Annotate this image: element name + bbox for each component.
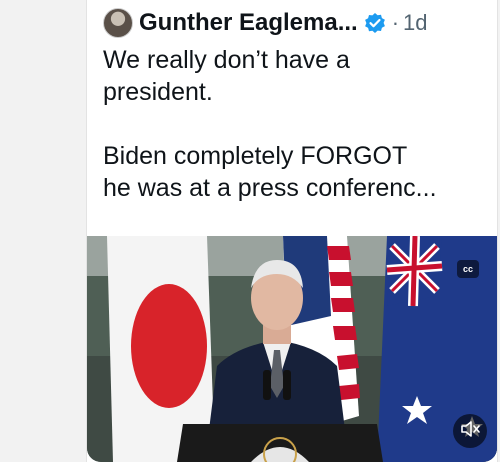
tweet-header: Gunther Eaglema... · 1d (103, 8, 428, 38)
author-avatar[interactable] (103, 8, 133, 38)
author-name[interactable]: Gunther Eaglema... (139, 9, 358, 37)
mute-button[interactable] (453, 414, 487, 448)
tweet-text-line: We really don’t have a (103, 46, 350, 74)
cc-label: cc (462, 264, 473, 274)
tweet-text-line: Biden completely FORGOT (103, 142, 408, 170)
video-frame (87, 236, 497, 462)
video-player[interactable]: cc (87, 236, 497, 462)
tweet-text-line: he was at a press conferenc... (103, 174, 437, 202)
post-timestamp[interactable]: 1d (403, 10, 427, 36)
verified-badge-icon (364, 12, 386, 34)
separator-dot: · (391, 10, 400, 35)
tweet-card[interactable]: Gunther Eaglema... · 1d We really don’t … (86, 0, 498, 462)
speaker-muted-icon (460, 420, 480, 443)
tweet-text: We really don’t have a president. Biden … (103, 44, 483, 204)
closed-captions-button[interactable]: cc (457, 260, 479, 278)
tweet-text-line: president. (103, 78, 213, 106)
